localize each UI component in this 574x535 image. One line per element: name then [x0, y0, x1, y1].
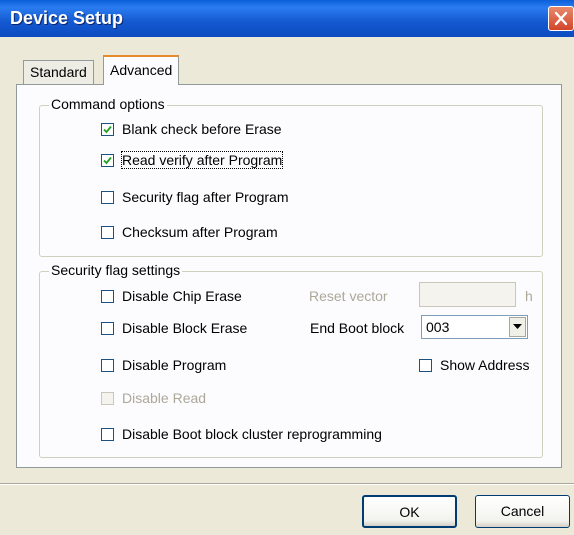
disable-program-option[interactable]: Disable Program [101, 357, 226, 373]
reset-vector-input [419, 282, 516, 307]
advanced-tab-panel: Command options Blank check before Erase… [16, 84, 562, 468]
blank-check-option[interactable]: Blank check before Erase [101, 121, 282, 137]
blank-check-label: Blank check before Erase [122, 121, 282, 137]
security-flag-label: Security flag after Program [122, 189, 289, 205]
chevron-down-icon [513, 324, 522, 329]
disable-read-label: Disable Read [122, 390, 207, 406]
disable-program-label: Disable Program [122, 357, 227, 373]
ok-button[interactable]: OK [362, 495, 457, 528]
security-flag-settings-legend: Security flag settings [49, 262, 183, 278]
show-address-option[interactable]: Show Address [419, 357, 530, 373]
dropdown-button[interactable] [509, 317, 526, 337]
disable-chip-erase-label: Disable Chip Erase [122, 288, 242, 304]
disable-read-checkbox [101, 391, 114, 405]
disable-read-option: Disable Read [101, 390, 206, 406]
window-title: Device Setup [10, 8, 124, 28]
checkmark-icon [103, 156, 112, 164]
blank-check-checkbox[interactable] [101, 122, 114, 136]
read-verify-label: Read verify after Program [120, 151, 284, 169]
security-flag-option[interactable]: Security flag after Program [101, 189, 289, 205]
button-bar-divider [0, 483, 574, 485]
checksum-option[interactable]: Checksum after Program [101, 224, 278, 240]
disable-boot-block-option[interactable]: Disable Boot block cluster reprogramming [101, 426, 382, 442]
disable-chip-erase-option[interactable]: Disable Chip Erase [101, 288, 242, 304]
end-boot-block-label: End Boot block [310, 320, 405, 336]
disable-block-erase-label: Disable Block Erase [122, 320, 248, 336]
command-options-legend: Command options [49, 96, 167, 112]
tab-standard[interactable]: Standard [23, 60, 94, 84]
cancel-button[interactable]: Cancel [475, 495, 570, 528]
end-boot-block-select[interactable]: 003 [421, 315, 528, 339]
disable-program-checkbox[interactable] [101, 358, 114, 372]
disable-block-erase-checkbox[interactable] [101, 321, 114, 335]
reset-vector-label: Reset vector [309, 288, 388, 304]
end-boot-block-value: 003 [426, 319, 450, 335]
checksum-label: Checksum after Program [122, 224, 278, 240]
tab-advanced[interactable]: Advanced [103, 55, 180, 85]
read-verify-option[interactable]: Read verify after Program [101, 151, 284, 169]
security-flag-checkbox[interactable] [101, 190, 114, 204]
close-button[interactable] [548, 6, 574, 31]
disable-block-erase-option[interactable]: Disable Block Erase [101, 320, 247, 336]
read-verify-checkbox[interactable] [101, 153, 114, 167]
reset-vector-unit: h [525, 288, 533, 304]
close-icon [554, 11, 568, 26]
show-address-label: Show Address [440, 357, 530, 373]
checksum-checkbox[interactable] [101, 225, 114, 239]
checkmark-icon [103, 125, 112, 133]
title-bar[interactable]: Device Setup [0, 0, 574, 37]
disable-boot-block-label: Disable Boot block cluster reprogramming [122, 426, 382, 442]
show-address-checkbox[interactable] [419, 358, 432, 372]
disable-chip-erase-checkbox[interactable] [101, 289, 114, 303]
disable-boot-block-checkbox[interactable] [101, 427, 114, 441]
